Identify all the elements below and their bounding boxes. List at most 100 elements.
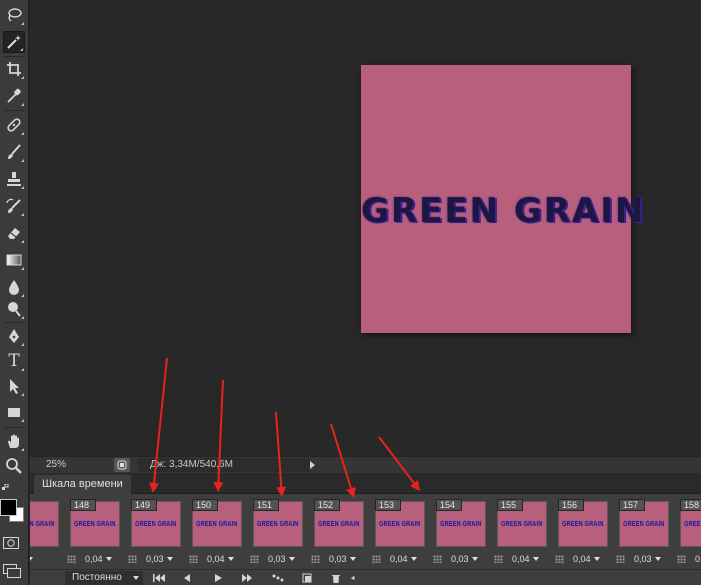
timeline-frame[interactable]: GREEN GRAIN 151 0,03	[248, 494, 308, 569]
brush-tool-button[interactable]	[3, 141, 25, 163]
rectangle-tool-button[interactable]	[3, 401, 25, 423]
document-info: Дж: 3,34M/540,6M	[138, 458, 310, 472]
frame-thumbnail-text: GREEN GRAIN	[257, 520, 299, 528]
frame-disposal-icon	[128, 555, 137, 563]
frame-thumbnail: GREEN GRAIN	[30, 501, 59, 547]
frame-delay-select[interactable]: 0,03	[30, 553, 33, 565]
timeline-frame[interactable]: GREEN GRAIN 150 0,04	[187, 494, 247, 569]
frame-disposal-icon	[616, 555, 625, 563]
frame-delay-select[interactable]: 0,04	[555, 553, 600, 565]
frame-delay-select[interactable]: 0,03	[616, 553, 661, 565]
chevron-down-icon	[288, 557, 295, 561]
frame-delay-select[interactable]: 0,03	[311, 553, 356, 565]
screen-mode-icon[interactable]	[3, 564, 21, 578]
dodge-tool-button[interactable]	[3, 298, 25, 320]
chevron-down-icon	[166, 557, 173, 561]
frame-disposal-icon	[250, 555, 259, 563]
timeline-frame[interactable]: GREEN GRAIN 153 0,04	[370, 494, 430, 569]
document-canvas[interactable]: GREEN GRAIN	[361, 65, 646, 333]
frames-strip: GREEN GRAIN0,03GREEN GRAIN1480,04GREEN G…	[30, 494, 701, 569]
hand-tool-button[interactable]	[3, 430, 25, 452]
swap-colors-icon[interactable]	[2, 484, 12, 494]
chevron-down-icon	[105, 557, 112, 561]
chevron-down-icon	[532, 557, 539, 561]
canvas-text: GREEN GRAIN	[361, 191, 646, 231]
frame-delay-value: 0,04	[573, 554, 591, 564]
frame-number: 151	[253, 499, 279, 511]
frame-number: 156	[558, 499, 584, 511]
pen-tool-button[interactable]	[3, 325, 25, 347]
frame-delay-select[interactable]: 0,03	[677, 553, 701, 565]
timeline-frame[interactable]: GREEN GRAIN 149 0,03	[126, 494, 186, 569]
timeline-frame[interactable]: GREEN GRAIN 157 0,03	[614, 494, 674, 569]
timeline-frame[interactable]: GREEN GRAIN 156 0,04	[553, 494, 613, 569]
frame-thumbnail-text: GREEN GRAIN	[440, 520, 482, 528]
path-selection-tool-button[interactable]	[3, 375, 25, 397]
frame-delay-select[interactable]: 0,04	[67, 553, 112, 565]
toolbar-divider	[4, 322, 25, 323]
frame-number: 149	[131, 499, 157, 511]
tools-panel: T	[0, 0, 29, 585]
previous-frame-button[interactable]	[176, 570, 198, 585]
timeline-frame[interactable]: GREEN GRAIN 158 0,03	[675, 494, 701, 569]
frame-number: 148	[70, 499, 96, 511]
frame-delay-select[interactable]: 0,03	[250, 553, 295, 565]
zoom-tool-button[interactable]	[3, 455, 25, 477]
quick-mask-icon[interactable]	[3, 537, 19, 549]
frame-thumbnail-text: GREEN GRAIN	[74, 520, 116, 528]
toolbar-divider	[4, 427, 25, 428]
tween-button[interactable]	[267, 570, 289, 585]
loop-options-select[interactable]: Постоянно	[65, 571, 143, 585]
timeline-frame[interactable]: GREEN GRAIN 148 0,04	[65, 494, 125, 569]
lasso-tool-button[interactable]	[3, 4, 25, 26]
timeline-controls: Постоянно	[30, 569, 701, 585]
foreground-color-swatch[interactable]	[0, 499, 17, 516]
duplicate-frame-button[interactable]	[296, 570, 318, 585]
magic-wand-tool-button[interactable]	[3, 31, 25, 53]
frame-delay-select[interactable]: 0,03	[128, 553, 173, 565]
status-bar: 25% Дж: 3,34M/540,6M	[30, 456, 701, 473]
trash-icon	[332, 575, 340, 583]
frame-thumbnail-text: GREEN GRAIN	[318, 520, 360, 528]
frame-delay-select[interactable]: 0,04	[189, 553, 234, 565]
delete-frame-button[interactable]	[325, 570, 347, 585]
chevron-down-icon	[227, 557, 234, 561]
type-icon: T	[8, 351, 20, 371]
crop-tool-button[interactable]	[3, 58, 25, 80]
frame-thumbnail-text: GREEN GRAIN	[30, 520, 55, 528]
timeline-frame[interactable]: GREEN GRAIN 0,03	[30, 494, 64, 569]
frame-delay-select[interactable]: 0,04	[494, 553, 539, 565]
frame-number: 154	[436, 499, 462, 511]
frame-disposal-icon	[311, 555, 320, 563]
tab-timeline[interactable]: Шкала времени	[34, 475, 131, 494]
frame-delay-select[interactable]: 0,03	[433, 553, 478, 565]
status-menu-button[interactable]	[114, 458, 130, 472]
chevron-down-icon	[654, 557, 661, 561]
clone-stamp-tool-button[interactable]	[3, 168, 25, 190]
status-expand-arrow-icon[interactable]	[310, 461, 315, 469]
blur-tool-button[interactable]	[3, 276, 25, 298]
chevron-down-icon	[593, 557, 600, 561]
timeline-frame[interactable]: GREEN GRAIN 155 0,04	[492, 494, 552, 569]
frame-delay-value: 0,03	[634, 554, 652, 564]
next-frame-button[interactable]	[237, 570, 259, 585]
play-button[interactable]	[207, 570, 229, 585]
frame-thumbnail-text: GREEN GRAIN	[623, 520, 665, 528]
timeline-panel: Шкала времени GREEN GRAIN0,03GREEN GRAIN…	[30, 473, 701, 585]
healing-brush-tool-button[interactable]	[3, 114, 25, 136]
frame-disposal-icon	[555, 555, 564, 563]
eyedropper-tool-button[interactable]	[3, 85, 25, 107]
scroll-left-arrow-icon[interactable]	[348, 570, 358, 585]
gradient-tool-button[interactable]	[3, 249, 25, 271]
previous-frame-icon	[184, 574, 190, 582]
timeline-frame[interactable]: GREEN GRAIN 152 0,03	[309, 494, 369, 569]
history-brush-tool-button[interactable]	[3, 195, 25, 217]
frame-thumbnail-text: GREEN GRAIN	[562, 520, 604, 528]
chevron-down-icon	[410, 557, 417, 561]
eraser-tool-button[interactable]	[3, 222, 25, 244]
timeline-frame[interactable]: GREEN GRAIN 154 0,03	[431, 494, 491, 569]
frame-delay-select[interactable]: 0,04	[372, 553, 417, 565]
first-frame-button[interactable]	[148, 570, 170, 585]
zoom-level-field[interactable]: 25%	[33, 458, 77, 472]
type-tool-button[interactable]: T	[3, 350, 25, 372]
